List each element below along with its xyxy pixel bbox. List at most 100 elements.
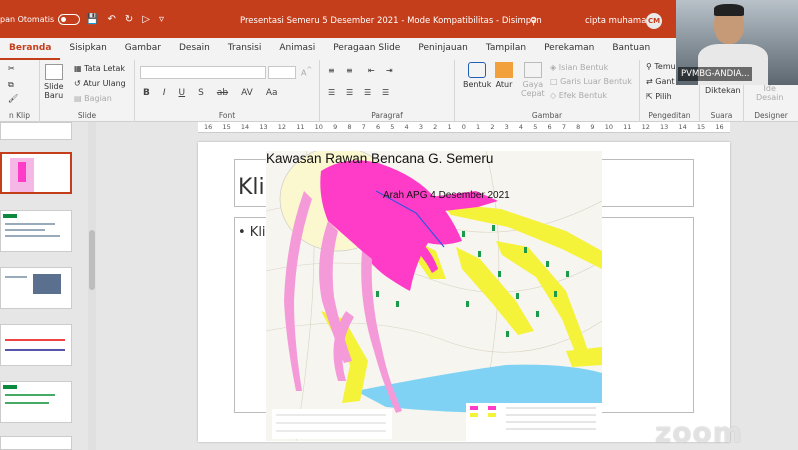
font-size-select[interactable] bbox=[268, 66, 296, 79]
thumb-map-pink bbox=[18, 162, 26, 182]
format-painter-icon[interactable]: 🖌 bbox=[8, 94, 18, 103]
avatar[interactable]: CM bbox=[646, 13, 662, 29]
undo-icon[interactable]: ↶ bbox=[107, 14, 115, 25]
tab-transisi[interactable]: Transisi bbox=[219, 38, 270, 60]
slide-thumb-8[interactable] bbox=[0, 436, 72, 450]
find-button[interactable]: ⚲ Temu bbox=[646, 62, 676, 71]
map-annotation: Arah APG 4 Desember 2021 bbox=[383, 190, 510, 201]
slide-thumb-5[interactable] bbox=[0, 267, 72, 309]
tab-bantuan[interactable]: Bantuan bbox=[603, 38, 659, 60]
strike-button[interactable]: S bbox=[198, 88, 204, 98]
outdent-icon[interactable]: ⇥ bbox=[386, 66, 393, 75]
slide-thumb-7[interactable] bbox=[0, 381, 72, 423]
shape-fill-button[interactable]: ◈ Isian Bentuk bbox=[550, 63, 608, 72]
layout-button[interactable]: ▦ Tata Letak bbox=[74, 64, 125, 73]
reset-button[interactable]: ↺ Atur Ulang bbox=[74, 79, 126, 88]
slide-thumb-4[interactable] bbox=[0, 210, 72, 252]
slide-title: Kli bbox=[238, 175, 265, 200]
ruler-tick: 4 bbox=[404, 123, 409, 131]
slide-thumb-6[interactable] bbox=[0, 324, 72, 366]
strikethrough-ab-button[interactable]: ab bbox=[217, 88, 228, 98]
align-center-icon[interactable]: ☰ bbox=[346, 88, 353, 97]
bullets-icon[interactable]: ≡ bbox=[328, 66, 335, 75]
replace-label: Gant bbox=[655, 77, 675, 86]
participant-name: PVMBG-ANDIA... bbox=[678, 67, 753, 81]
font-family-select[interactable] bbox=[140, 66, 266, 79]
thumb-line bbox=[5, 229, 45, 231]
shapes-button[interactable]: Bentuk bbox=[463, 62, 491, 89]
video-participant-tile[interactable]: PVMBG-ANDIA... bbox=[676, 0, 798, 85]
increase-font-button[interactable]: A^ bbox=[301, 66, 312, 78]
ruler-tick: 9 bbox=[333, 123, 338, 131]
paragraph-group-label: Paragraf bbox=[371, 111, 403, 120]
thumbnails-scrollbar[interactable] bbox=[88, 122, 96, 450]
thumb-chart-line bbox=[5, 349, 65, 351]
customize-icon[interactable]: ▿ bbox=[159, 14, 164, 25]
cut-icon[interactable]: ✂ bbox=[8, 64, 15, 73]
autosave-toggle[interactable] bbox=[58, 14, 81, 25]
shape-outline-label: Garis Luar Bentuk bbox=[560, 77, 632, 86]
ruler-tick: 13 bbox=[259, 123, 268, 131]
tab-beranda[interactable]: Beranda bbox=[0, 38, 61, 60]
thumb-line bbox=[5, 235, 60, 237]
underline-button[interactable]: U bbox=[179, 88, 186, 98]
ruler-tick: 11 bbox=[296, 123, 305, 131]
ruler-tick: 12 bbox=[277, 123, 287, 131]
ruler-tick: 7 bbox=[561, 123, 566, 131]
select-button[interactable]: ⇱ Pilih bbox=[646, 92, 672, 101]
tab-peninjauan[interactable]: Peninjauan bbox=[409, 38, 477, 60]
quick-styles-button[interactable]: Gaya Cepat bbox=[521, 62, 545, 98]
horizontal-ruler[interactable]: 16 15 14 13 12 11 10 9 8 7 6 5 4 3 2 1 0 1 2 3 4 5 6 7 8 9 10 11 12 1… bbox=[198, 122, 730, 133]
ruler-tick: 8 bbox=[576, 123, 581, 131]
tab-perekaman[interactable]: Perekaman bbox=[535, 38, 603, 60]
select-label: Pilih bbox=[655, 92, 672, 101]
autosave[interactable]: pan Otomatis bbox=[0, 14, 81, 25]
design-ideas-button[interactable]: Ide Desain bbox=[756, 84, 783, 102]
search-icon[interactable]: ⚲ bbox=[530, 16, 537, 27]
save-icon[interactable]: 💾 bbox=[86, 14, 98, 25]
present-icon[interactable]: ▷ bbox=[142, 14, 150, 25]
slide-thumb-prev[interactable] bbox=[0, 122, 72, 140]
tab-animasi[interactable]: Animasi bbox=[270, 38, 324, 60]
design-ideas-label2: Desain bbox=[756, 93, 784, 102]
shape-outline-button[interactable]: □ Garis Luar Bentuk bbox=[550, 77, 632, 86]
slide-group-label: Slide bbox=[77, 111, 97, 120]
thumb-image bbox=[33, 274, 61, 294]
change-case-button[interactable]: Aa bbox=[266, 88, 278, 98]
ruler-tick: 8 bbox=[347, 123, 352, 131]
tab-peragaan-slide[interactable]: Peragaan Slide bbox=[324, 38, 409, 60]
replace-button[interactable]: ⇄ Gant bbox=[646, 77, 675, 86]
video-person-hair bbox=[714, 4, 744, 16]
ruler-tick: 5 bbox=[390, 123, 395, 131]
arrange-button[interactable]: Atur bbox=[495, 62, 513, 89]
shape-effects-button[interactable]: ◇ Efek Bentuk bbox=[550, 91, 607, 100]
bold-button[interactable]: B bbox=[143, 88, 150, 98]
align-left-icon[interactable]: ☰ bbox=[328, 88, 335, 97]
ruler-tick: 10 bbox=[314, 123, 323, 131]
numbering-icon[interactable]: ≡ bbox=[346, 66, 353, 75]
ruler-tick: 0 bbox=[461, 123, 466, 131]
ruler-tick: 1 bbox=[476, 123, 481, 131]
section-button[interactable]: ▤ Bagian bbox=[74, 94, 112, 103]
italic-button[interactable]: I bbox=[163, 88, 166, 98]
tab-desain[interactable]: Desain bbox=[170, 38, 219, 60]
indent-icon[interactable]: ⇤ bbox=[368, 66, 375, 75]
ruler-tick: 9 bbox=[590, 123, 595, 131]
scrollbar-thumb[interactable] bbox=[89, 230, 95, 290]
tab-tampilan[interactable]: Tampilan bbox=[477, 38, 535, 60]
dictate-button[interactable]: Diktekan bbox=[705, 86, 741, 95]
copy-icon[interactable]: ⧉ bbox=[8, 80, 14, 90]
char-spacing-button[interactable]: AV bbox=[241, 88, 253, 98]
user-name[interactable]: cipta muhamad bbox=[585, 16, 652, 26]
slide-thumb-current[interactable] bbox=[0, 152, 72, 194]
tab-gambar[interactable]: Gambar bbox=[116, 38, 170, 60]
justify-icon[interactable]: ☰ bbox=[382, 88, 389, 97]
redo-icon[interactable]: ↻ bbox=[125, 14, 133, 25]
ruler-tick: 13 bbox=[660, 123, 669, 131]
align-right-icon[interactable]: ☰ bbox=[364, 88, 371, 97]
group-drawing: Bentuk Atur Gaya Cepat ◈ Isian Bentuk □ … bbox=[455, 60, 640, 122]
shapes-icon bbox=[468, 62, 487, 78]
new-slide-button[interactable]: Slide Baru bbox=[44, 64, 64, 100]
zoom-watermark: zoom bbox=[655, 416, 743, 449]
tab-sisipkan[interactable]: Sisipkan bbox=[60, 38, 115, 60]
